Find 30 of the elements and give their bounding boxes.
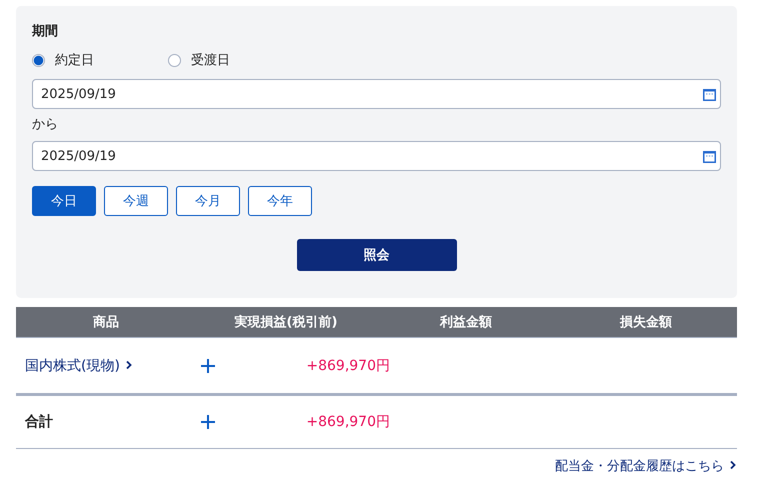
range-button[interactable]: 今年 xyxy=(248,186,312,216)
expand-icon[interactable] xyxy=(201,415,215,429)
calendar-icon[interactable] xyxy=(703,88,716,100)
total-label: 合計 xyxy=(25,414,53,430)
column-header: 損失金額 xyxy=(618,314,673,331)
chevron-icon[interactable] xyxy=(729,460,737,470)
range-button[interactable]: 今月 xyxy=(176,186,240,216)
search-button[interactable]: 照会 xyxy=(296,239,456,271)
history-link[interactable]: 配当金・分配金履歴はこちら xyxy=(555,457,737,475)
radio-icon[interactable] xyxy=(32,54,45,66)
range-separator: から xyxy=(32,116,59,134)
date-field[interactable]: 2025/09/19 xyxy=(32,141,721,171)
profit-value: +869,970円 xyxy=(306,358,390,374)
date-field[interactable]: 2025/09/19 xyxy=(32,79,721,109)
period-label: 期間 xyxy=(32,23,59,40)
radio-label: 約定日 xyxy=(55,52,94,69)
profit-value: +869,970円 xyxy=(306,414,390,430)
calendar-icon[interactable] xyxy=(703,150,716,162)
expand-icon[interactable] xyxy=(201,358,215,372)
date-type-radio[interactable]: 受渡日 xyxy=(168,51,304,69)
chevron-icon[interactable] xyxy=(124,360,133,370)
product-link[interactable]: 国内株式(現物) xyxy=(25,358,133,374)
column-header: 利益金額 xyxy=(438,314,493,331)
column-header: 商品 xyxy=(92,314,120,331)
radio-icon[interactable] xyxy=(168,54,181,66)
range-button[interactable]: 今日 xyxy=(32,186,96,216)
column-header: 実現損益(税引前) xyxy=(234,314,338,331)
date-type-radio[interactable]: 約定日 xyxy=(32,51,168,69)
radio-label: 受渡日 xyxy=(191,52,230,69)
range-button[interactable]: 今週 xyxy=(104,186,168,216)
